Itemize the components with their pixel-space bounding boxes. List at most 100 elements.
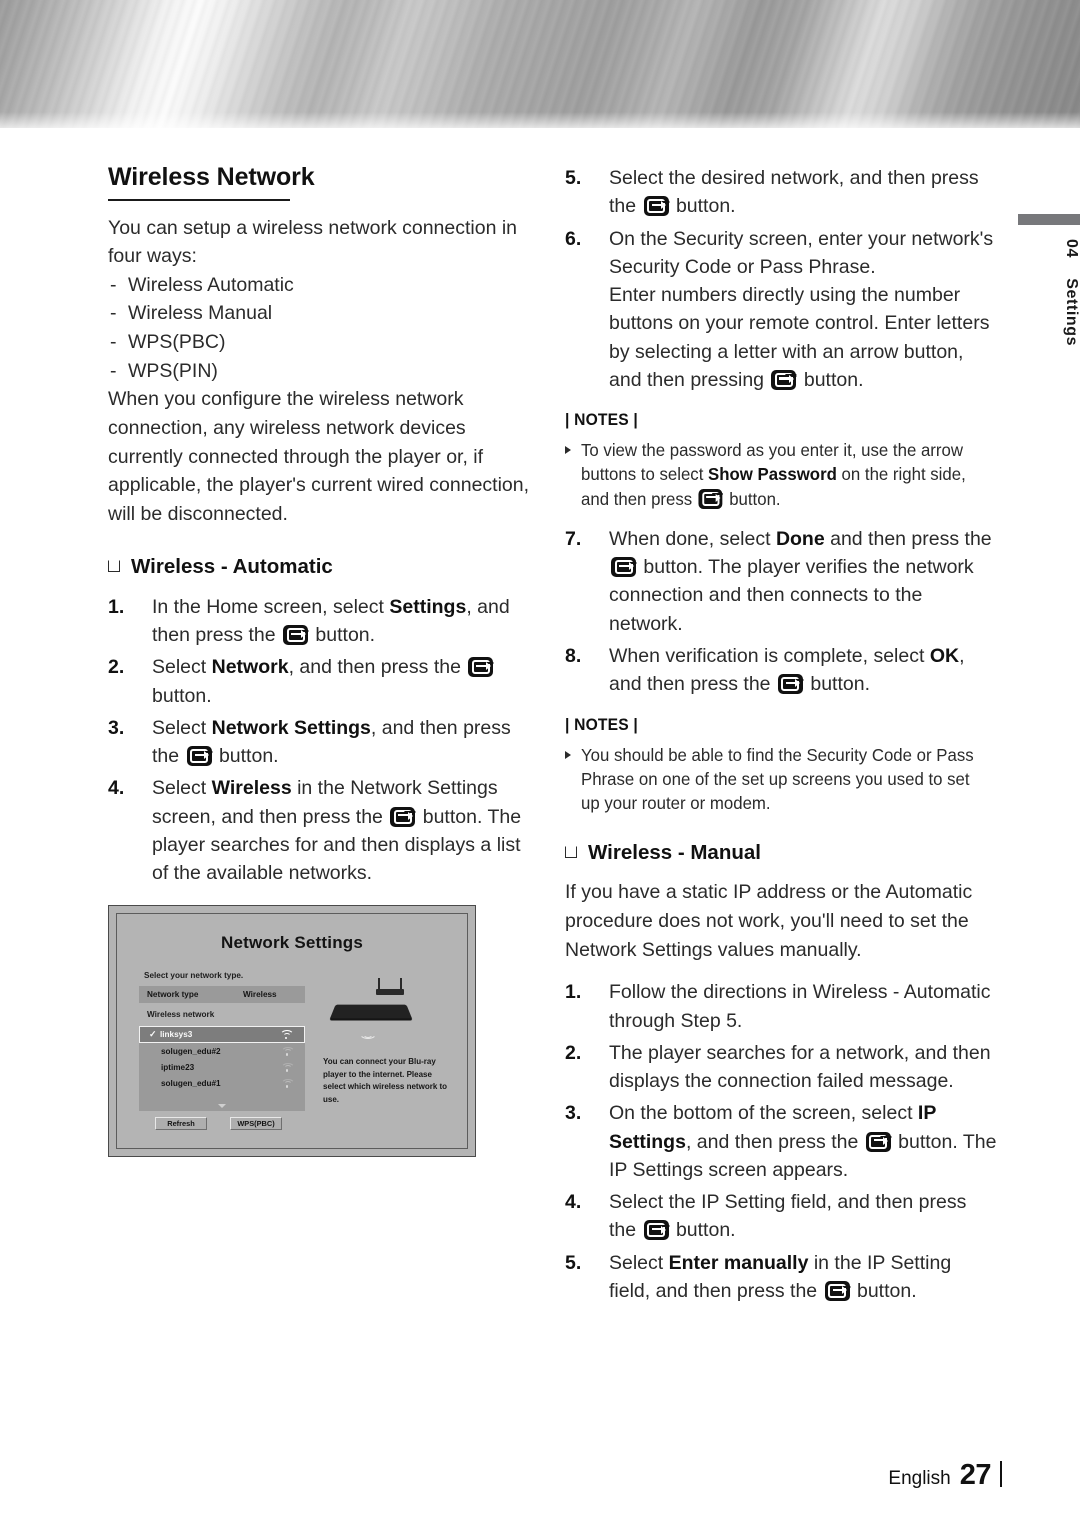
- enter-arrow-glyph: [300, 630, 306, 639]
- screenshot-inner: Network Settings Select your network typ…: [116, 913, 468, 1150]
- chevron-down-icon[interactable]: [218, 1104, 226, 1109]
- note-text: You should be able to find the Security …: [581, 744, 974, 814]
- enter-arrow-glyph: [883, 1136, 889, 1145]
- step-text: Select Wireless in the Network Settings …: [152, 777, 522, 885]
- subheading-wireless-manual: Wireless - Manual: [565, 841, 997, 865]
- subheading-label: Wireless - Automatic: [131, 554, 333, 578]
- wireless-network-item[interactable]: iptime23: [139, 1059, 305, 1075]
- steps-list-automatic: 1. In the Home screen, select Settings, a…: [108, 593, 540, 888]
- wireless-network-item[interactable]: ✓ linksys3: [139, 1026, 305, 1044]
- step-text: Select the desired network, and then pre…: [609, 167, 979, 218]
- wireless-network-label: Wireless network: [147, 1010, 215, 1020]
- wireless-signal-icon: [357, 1026, 377, 1040]
- wireless-network-name: iptime23: [161, 1062, 195, 1072]
- enter-arrow-glyph: [795, 679, 801, 688]
- method-list-item: Wireless Manual: [108, 299, 540, 328]
- wireless-network-name: solugen_edu#2: [161, 1046, 221, 1056]
- note-text: To view the password as you enter it, us…: [581, 440, 966, 509]
- wifi-signal-icon: [281, 1046, 295, 1056]
- enter-button-icon: [865, 1131, 891, 1152]
- enter-arrow-glyph: [842, 1286, 848, 1295]
- note-item: You should be able to find the Security …: [565, 743, 997, 816]
- device-illustration: [327, 978, 451, 1040]
- wireless-network-name: solugen_edu#1: [161, 1078, 221, 1088]
- triangle-bullet-icon: [565, 750, 571, 759]
- emphasis-text: Show Password: [708, 464, 837, 485]
- emphasis-text: Wireless: [211, 777, 292, 800]
- step-number: 4.: [565, 1191, 582, 1214]
- enter-button-icon: [390, 806, 416, 827]
- network-type-key: Network type: [147, 990, 199, 1000]
- footer-rule: [1000, 1461, 1002, 1487]
- step-number: 5.: [565, 1251, 582, 1274]
- page-title: Wireless Network: [108, 163, 315, 191]
- footer-page-number: 27: [959, 1459, 992, 1491]
- step-number: 6.: [565, 227, 582, 250]
- enter-button-icon: [643, 196, 669, 217]
- check-icon: ✓: [149, 1029, 157, 1040]
- step-item: 7. When done, select Done and then press …: [565, 525, 997, 638]
- enter-arrow-glyph: [204, 751, 210, 760]
- step-item: 3. Select Network Settings, and then pres…: [108, 714, 540, 771]
- steps-list-manual: 1. Follow the directions in Wireless - Au…: [565, 978, 997, 1305]
- step-text: The player searches for a network, and t…: [609, 1041, 991, 1093]
- screenshot-title: Network Settings: [220, 933, 364, 953]
- step-number: 2.: [108, 656, 125, 679]
- step-text: Select the IP Setting field, and then pr…: [609, 1191, 967, 1242]
- enter-button-icon: [824, 1280, 850, 1301]
- wifi-signal-icon: [280, 1030, 294, 1040]
- screenshot-subtitle: Select your network type.: [144, 971, 244, 981]
- enter-arrow-glyph: [485, 662, 491, 671]
- screenshot-button-wps-pbc[interactable]: WPS(PBC): [230, 1117, 282, 1131]
- enter-arrow-glyph: [628, 562, 634, 571]
- step-item: 4. Select the IP Setting field, and then …: [565, 1188, 997, 1245]
- step-number: 5.: [565, 167, 582, 189]
- router-body: [376, 989, 404, 996]
- step-item: 6. On the Security screen, enter your net…: [565, 225, 997, 395]
- square-bullet-icon: [565, 846, 577, 859]
- network-type-value: Wireless: [243, 990, 277, 1000]
- wifi-signal-icon: [281, 1062, 295, 1072]
- enter-button-icon: [611, 557, 636, 578]
- notes-list-2: You should be able to find the Security …: [565, 743, 997, 816]
- step-item: 5. Select the desired network, and then p…: [565, 164, 997, 221]
- side-tab-text: 04 Settings: [1018, 239, 1080, 346]
- step-text: Select Network Settings, and then press …: [152, 716, 511, 768]
- enter-arrow-glyph: [407, 811, 413, 820]
- network-type-row[interactable]: Network type Wireless: [139, 986, 305, 1004]
- emphasis-text: Enter manually: [668, 1251, 809, 1274]
- wireless-network-item[interactable]: solugen_edu#1: [139, 1075, 305, 1091]
- side-tab-bar: [1018, 214, 1080, 225]
- step-number: 8.: [565, 644, 582, 667]
- enter-button-icon: [643, 1220, 669, 1241]
- footer-language: English: [888, 1468, 951, 1489]
- wireless-network-name: linksys3: [160, 1030, 193, 1040]
- step-item: 2. Select Network, and then press the but…: [108, 653, 540, 710]
- steps-list-continued-2: 7. When done, select Done and then press …: [565, 525, 997, 699]
- enter-arrow-glyph: [661, 1225, 667, 1234]
- side-tab-label: Settings: [1063, 278, 1080, 347]
- steps-list-continued: 5. Select the desired network, and then p…: [565, 164, 997, 394]
- enter-arrow-glyph: [715, 493, 721, 502]
- header-fade: [0, 112, 1080, 134]
- bluray-player-icon: [330, 1005, 412, 1019]
- step-text: Select Network, and then press the butto…: [152, 653, 540, 710]
- left-column: Wireless Network You can setup a wireles…: [108, 163, 540, 1158]
- screenshot-button-refresh[interactable]: Refresh: [155, 1117, 207, 1131]
- triangle-bullet-icon: [565, 446, 571, 455]
- wireless-network-list[interactable]: ✓ linksys3 solugen_edu#2 iptime23 solugen_ed…: [139, 1026, 305, 1112]
- title-underline: [108, 198, 290, 201]
- wireless-network-item[interactable]: solugen_edu#2: [139, 1043, 305, 1059]
- step-text: When verification is complete, select OK…: [609, 644, 965, 696]
- method-list-item: WPS(PBC): [108, 328, 540, 357]
- step-text: When done, select Done and then press th…: [609, 527, 992, 635]
- step-number: 3.: [565, 1102, 582, 1125]
- manual-intro-paragraph: If you have a static IP address or the A…: [565, 881, 973, 961]
- enter-arrow-glyph: [661, 201, 667, 210]
- step-item: 8. When verification is complete, select …: [565, 642, 997, 699]
- wifi-signal-icon: [281, 1078, 295, 1088]
- enter-button-icon: [186, 746, 212, 767]
- square-bullet-icon: [108, 559, 120, 572]
- enter-button-icon: [468, 657, 494, 678]
- emphasis-text: Network Settings: [211, 716, 371, 739]
